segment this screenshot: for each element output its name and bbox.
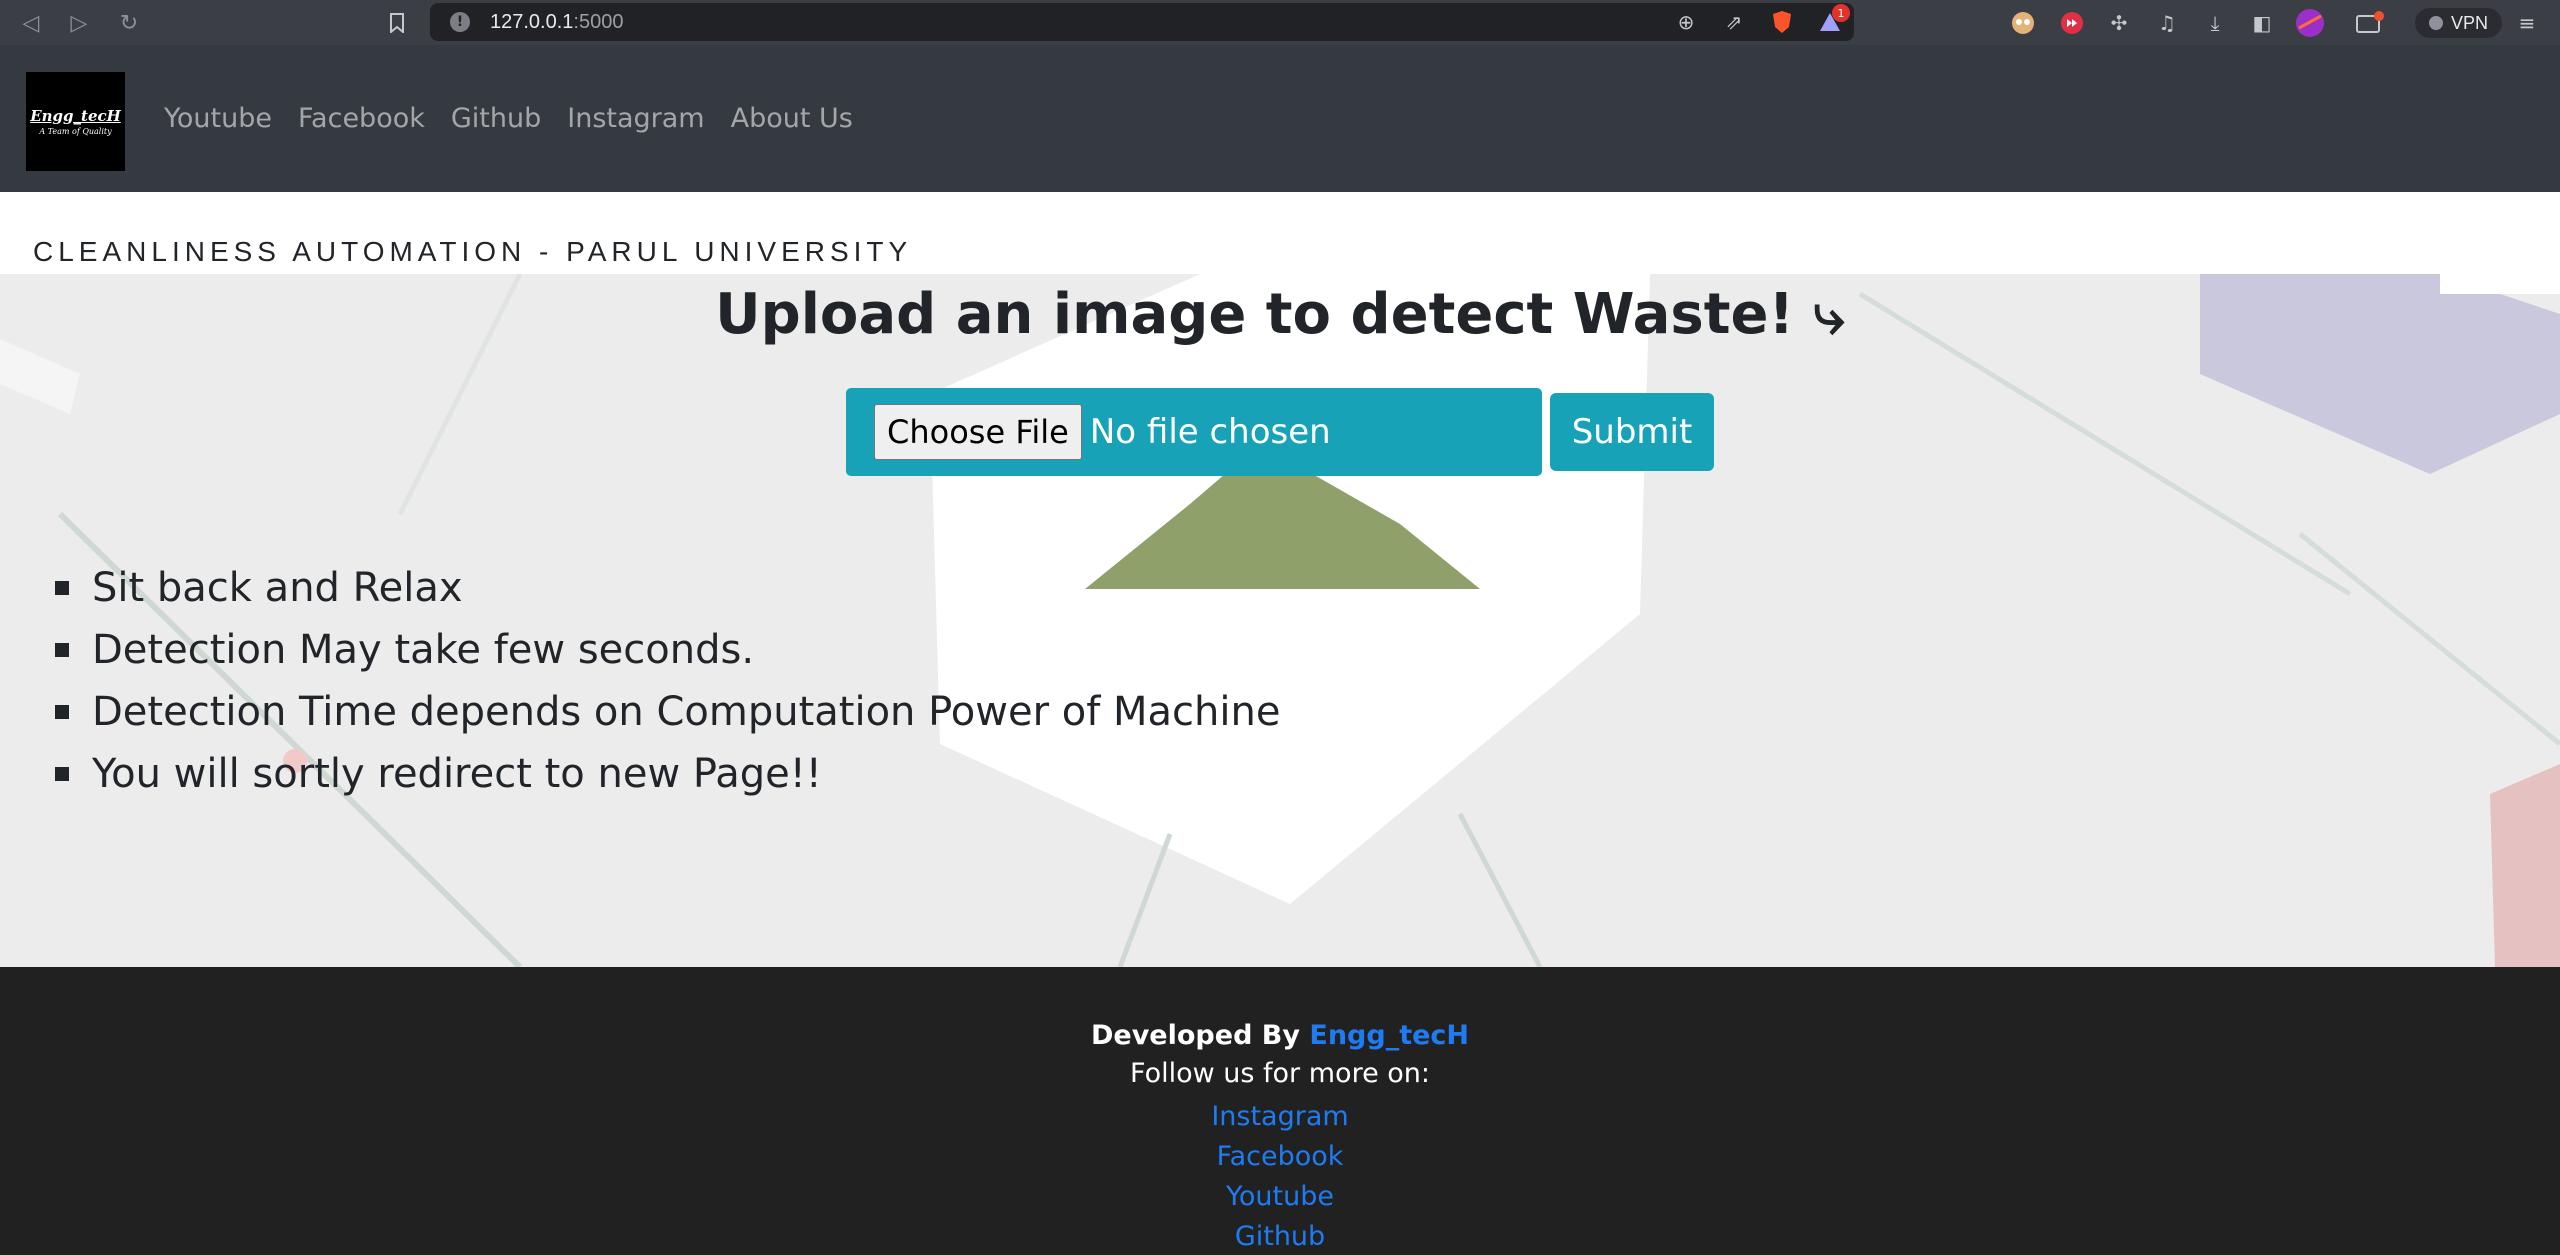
footer-link-facebook[interactable]: Facebook [0, 1137, 2560, 1177]
logo-tagline: A Team of Quality [39, 127, 112, 136]
notification-badge: 1 [1832, 4, 1850, 22]
brand-logo[interactable]: Engg_tecH A Team of Quality [26, 72, 125, 171]
site-navbar: Engg_tecH A Team of Quality Youtube Face… [0, 45, 2560, 192]
follow-text: Follow us for more on: [1130, 1058, 1430, 1089]
site-heading: CLEANLINESS AUTOMATION - PARUL UNIVERSIT… [33, 236, 913, 267]
bullet-icon [55, 767, 69, 781]
tip-text: You will sortly redirect to new Page!! [92, 751, 822, 797]
file-status-text: No file chosen [1089, 412, 1331, 452]
site-footer: Developed By Engg_tecH Follow us for mor… [0, 967, 2560, 1255]
sidebar-icon[interactable]: ◧ [2247, 8, 2277, 38]
menu-icon[interactable]: ≡ [2512, 8, 2542, 38]
url-host: 127.0.0.1 [490, 10, 574, 33]
main-content: CLEANLINESS AUTOMATION - PARUL UNIVERSIT… [0, 192, 2560, 967]
tip-text: Detection Time depends on Computation Po… [92, 689, 1281, 735]
vpn-label: VPN [2451, 12, 2489, 33]
nav-links: Youtube Facebook Github Instagram About … [164, 45, 853, 192]
developed-by-label: Developed By [1090, 1020, 1310, 1051]
brave-rewards-icon[interactable]: 1 [1816, 4, 1850, 36]
list-item: Detection Time depends on Computation Po… [55, 681, 1280, 743]
upload-form: Choose File No file chosen Submit [846, 388, 1714, 476]
tips-list: Sit back and Relax Detection May take fe… [55, 557, 1280, 805]
brave-shield-icon[interactable] [1768, 8, 1796, 36]
nav-link-facebook[interactable]: Facebook [298, 103, 425, 134]
bullet-icon [55, 581, 69, 595]
url-text: 127.0.0.1:5000 [490, 11, 623, 34]
nav-link-instagram[interactable]: Instagram [567, 103, 704, 134]
bullet-icon [55, 643, 69, 657]
bullet-icon [55, 705, 69, 719]
list-item: Sit back and Relax [55, 557, 1280, 619]
bookmark-icon[interactable] [382, 8, 412, 38]
extension-owl-icon[interactable] [2008, 8, 2038, 38]
address-bar[interactable]: ! 127.0.0.1:5000 ⊕ ⇗ 1 [430, 3, 1854, 41]
tip-text: Detection May take few seconds. [92, 627, 755, 673]
nav-link-github[interactable]: Github [451, 103, 541, 134]
share-icon[interactable]: ⇗ [1720, 8, 1748, 36]
footer-link-youtube[interactable]: Youtube [0, 1177, 2560, 1217]
download-icon[interactable]: ⤓ [2200, 8, 2230, 38]
site-info-icon[interactable]: ! [450, 12, 470, 32]
developer-link[interactable]: Engg_tecH [1309, 1020, 1469, 1051]
upload-title: Upload an image to detect Waste! ⤷ [715, 282, 1845, 347]
submit-button[interactable]: Submit [1550, 393, 1714, 471]
forward-icon[interactable]: ▷ [64, 8, 94, 38]
url-port: :5000 [573, 10, 624, 33]
browser-toolbar: ◁ ▷ ↻ ! 127.0.0.1:5000 ⊕ ⇗ 1 ✣ ♫ ⤓ ◧ VPN… [0, 0, 2560, 45]
extension-media-icon[interactable] [2057, 8, 2087, 38]
vpn-button[interactable]: VPN [2415, 8, 2503, 38]
back-icon[interactable]: ◁ [16, 8, 46, 38]
developed-by: Developed By Engg_tecH [0, 1020, 2560, 1051]
nav-link-about-us[interactable]: About Us [731, 103, 853, 134]
list-item: You will sortly redirect to new Page!! [55, 743, 1280, 805]
wallet-icon[interactable] [2355, 8, 2385, 38]
logo-title: Engg_tecH [30, 107, 121, 125]
footer-link-github[interactable]: Github [0, 1217, 2560, 1255]
profile-avatar[interactable] [2295, 8, 2325, 38]
tip-text: Sit back and Relax [92, 565, 463, 611]
zoom-icon[interactable]: ⊕ [1672, 8, 1700, 36]
music-icon[interactable]: ♫ [2152, 8, 2182, 38]
list-item: Detection May take few seconds. [55, 619, 1280, 681]
reload-icon[interactable]: ↻ [114, 8, 144, 38]
extensions-puzzle-icon[interactable]: ✣ [2104, 8, 2134, 38]
choose-file-button[interactable]: Choose File [874, 404, 1082, 460]
footer-link-instagram[interactable]: Instagram [0, 1097, 2560, 1137]
vpn-status-icon [2429, 16, 2443, 30]
file-input[interactable]: Choose File No file chosen [846, 388, 1542, 476]
nav-link-youtube[interactable]: Youtube [164, 103, 272, 134]
footer-links: Instagram Facebook Youtube Github [0, 1097, 2560, 1255]
